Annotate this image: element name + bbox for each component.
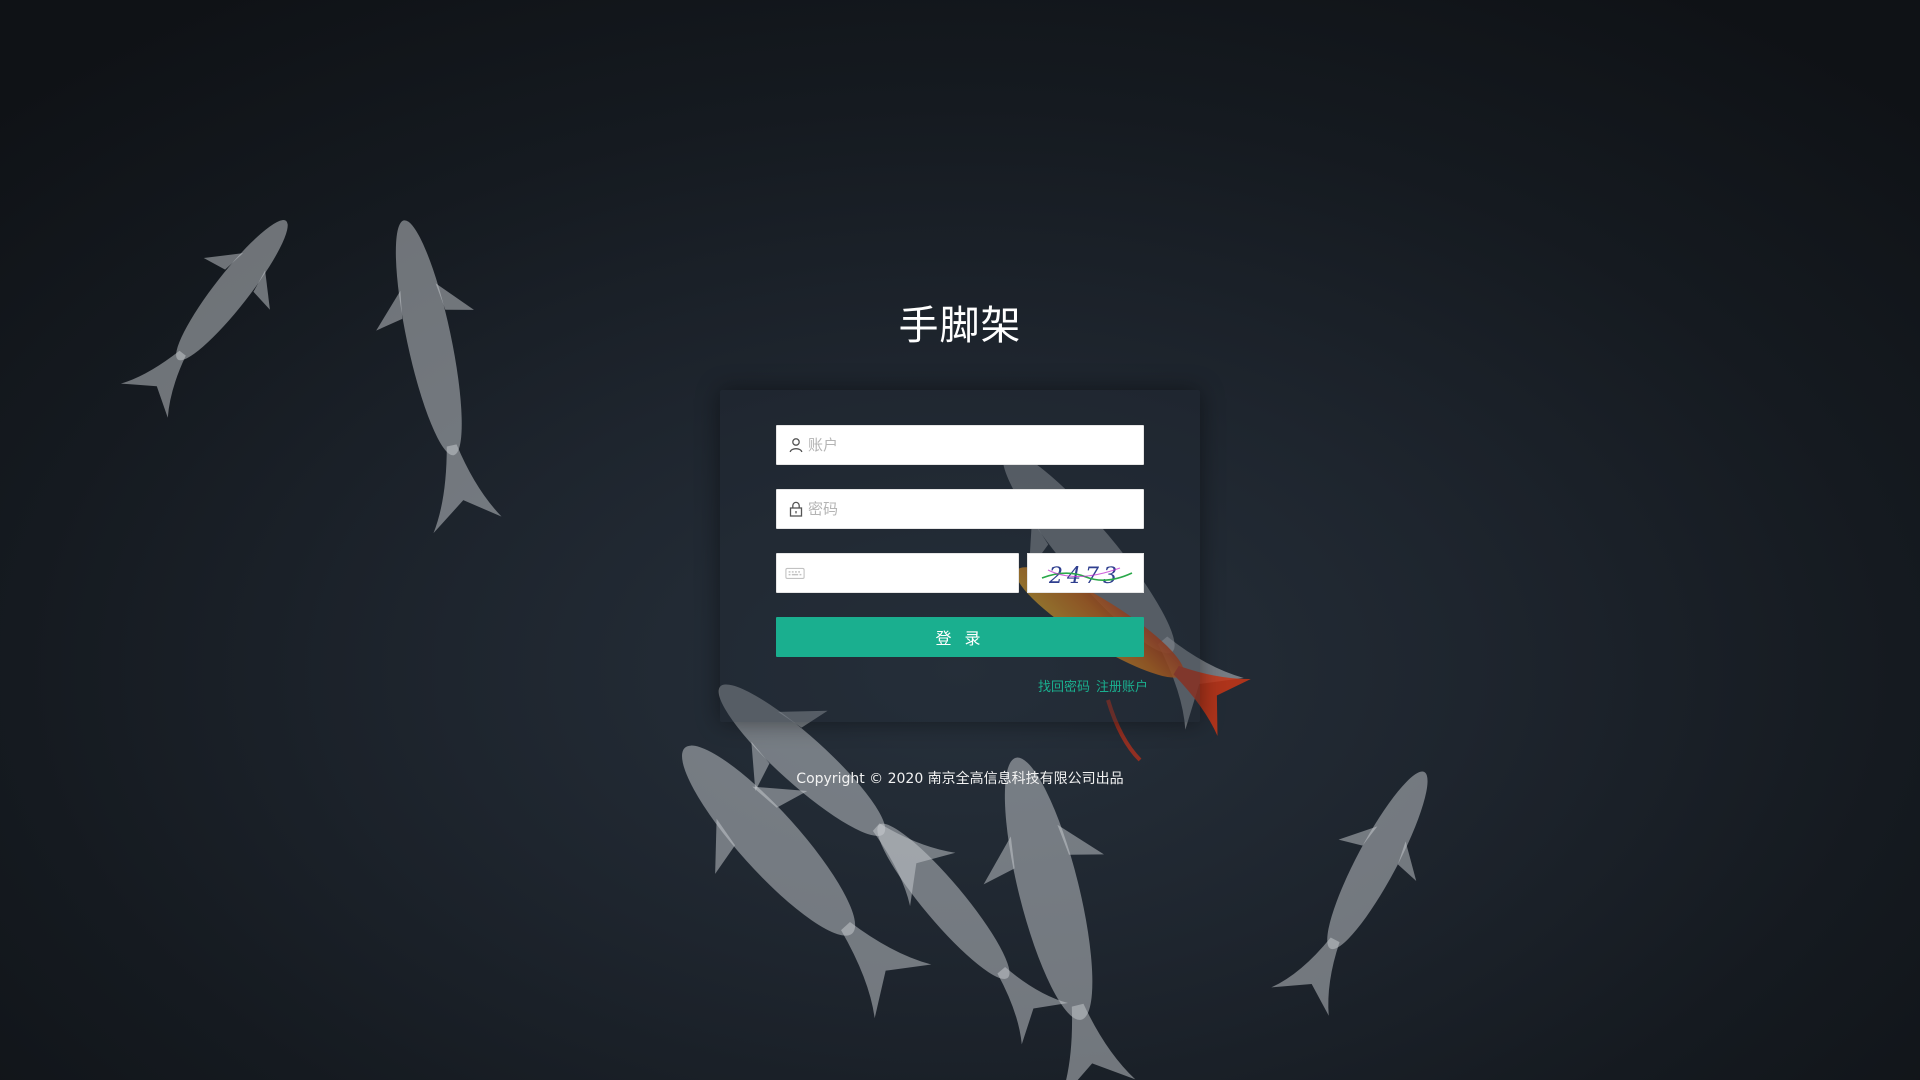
captcha-image[interactable]: 2473 [1027, 553, 1144, 593]
user-icon [789, 438, 803, 453]
captcha-field[interactable] [776, 553, 1019, 593]
username-field[interactable] [776, 425, 1144, 465]
username-input[interactable] [808, 426, 1128, 464]
captcha-input[interactable] [808, 554, 1008, 592]
auth-links: 找回密码 注册账户 [1038, 676, 1148, 695]
forgot-password-link[interactable]: 找回密码 [1038, 680, 1090, 695]
koi-fish-shape [983, 757, 1136, 1080]
app-title: 手脚架 [898, 303, 1022, 349]
keyboard-icon [785, 567, 805, 579]
lock-icon [789, 501, 803, 517]
register-link[interactable]: 注册账户 [1096, 680, 1148, 695]
captcha-graphic: 2473 [1041, 564, 1133, 589]
password-field[interactable] [776, 489, 1144, 529]
login-button[interactable]: 登 录 [776, 617, 1144, 657]
password-input[interactable] [808, 490, 1128, 528]
copyright-text: Copyright © 2020 南京全高信息科技有限公司出品 [796, 771, 1124, 787]
koi-fish-shape [1271, 771, 1428, 1016]
koi-fish-shape [376, 220, 502, 534]
login-card: 2473 登 录 找回密码注册账户 [720, 390, 1200, 722]
